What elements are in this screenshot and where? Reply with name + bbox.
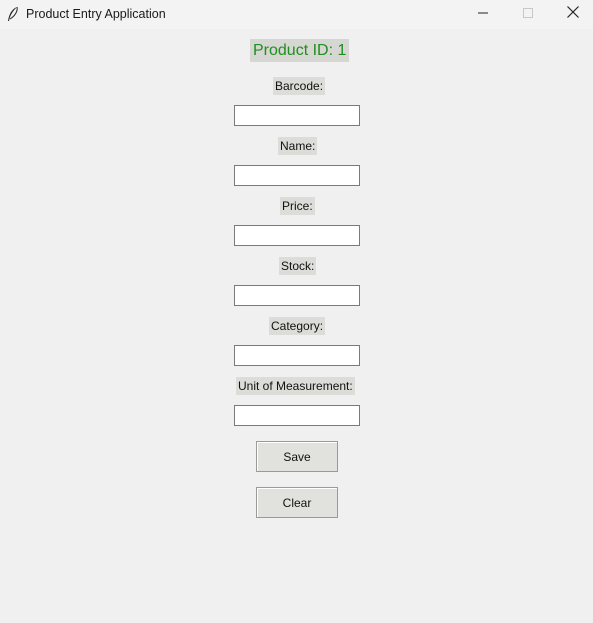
title-bar: Product Entry Application: [0, 0, 593, 29]
save-button[interactable]: Save: [256, 441, 338, 472]
clear-button[interactable]: Clear: [256, 487, 338, 518]
maximize-button[interactable]: [505, 0, 551, 29]
category-label: Category:: [269, 317, 326, 335]
minimize-button[interactable]: [460, 0, 506, 29]
minimize-icon: [477, 6, 489, 24]
barcode-label: Barcode:: [273, 77, 326, 95]
price-label: Price:: [280, 197, 315, 215]
unit-input[interactable]: [234, 405, 360, 426]
close-button[interactable]: [550, 0, 593, 29]
unit-label: Unit of Measurement:: [236, 377, 355, 395]
category-input[interactable]: [234, 345, 360, 366]
name-label: Name:: [278, 137, 318, 155]
barcode-input[interactable]: [234, 105, 360, 126]
window-title: Product Entry Application: [26, 7, 166, 21]
stock-label: Stock:: [279, 257, 317, 275]
stock-input[interactable]: [234, 285, 360, 306]
maximize-icon: [522, 6, 534, 24]
close-icon: [566, 5, 580, 24]
product-id-label: Product ID: 1: [250, 39, 350, 62]
feather-icon: [6, 6, 20, 22]
price-input[interactable]: [234, 225, 360, 246]
name-input[interactable]: [234, 165, 360, 186]
